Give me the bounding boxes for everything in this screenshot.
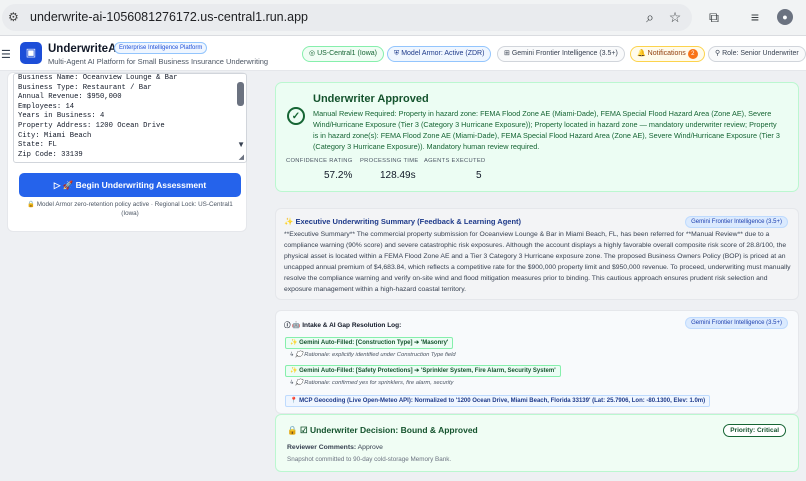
reading-list-icon[interactable]: ≡ [747, 9, 763, 25]
priority-badge: Priority: Critical [723, 424, 786, 437]
app-header: ☰ ▣ UnderwriteAI Enterprise Intelligence… [0, 36, 806, 71]
decision-title: 🔒 ☑ Underwriter Decision: Bound & Approv… [287, 425, 478, 435]
metric-label: CONFIDENCE RATING [286, 158, 353, 164]
approval-card: ✓ Underwriter Approved Manual Review Req… [275, 82, 799, 192]
role-pill[interactable]: ⚲ Role: Senior Underwriter [708, 46, 806, 62]
form-line: City: Miami Beach [18, 131, 92, 140]
snapshot-note: Snapshot committed to 90-day cold-storag… [287, 456, 452, 463]
intake-model-badge: Gemini Frontier Intelligence (3.5+) [685, 317, 788, 329]
app-logo-icon: ▣ [20, 42, 42, 64]
summary-title: ✨ Executive Underwriting Summary (Feedba… [284, 217, 522, 226]
extensions-icon[interactable]: ⧉ [706, 9, 722, 25]
rationale-text: ↳ 💭 Rationale: confirmed yes for sprinkl… [289, 380, 454, 386]
form-line: Property Address: 1200 Ocean Drive [18, 121, 165, 130]
app-name: UnderwriteAI [48, 43, 120, 55]
decision-card: 🔒 ☑ Underwriter Decision: Bound & Approv… [275, 414, 799, 472]
bookmark-star-icon[interactable]: ☆ [667, 9, 683, 25]
intake-log-card: ⓘ 🤖 Intake & AI Gap Resolution Log: Gemi… [275, 310, 799, 414]
submission-panel: Business Name: Oceanview Lounge & Bar Bu… [7, 72, 247, 232]
zoom-icon[interactable]: ⌕ [642, 9, 658, 25]
metric-value: 5 [476, 170, 482, 181]
submission-textarea[interactable]: Business Name: Oceanview Lounge & Bar Bu… [13, 73, 247, 163]
intake-title: ⓘ 🤖 Intake & AI Gap Resolution Log: [284, 322, 402, 329]
menu-icon[interactable]: ☰ [1, 48, 11, 61]
approval-title: Underwriter Approved [313, 93, 429, 105]
summary-model-badge: Gemini Frontier Intelligence (3.5+) [685, 216, 788, 228]
form-line: Business Name: Oceanview Lounge & Bar [18, 74, 178, 82]
resize-grip-icon[interactable]: ◢ [239, 153, 244, 161]
mcp-geocoding-entry: 📍 MCP Geocoding (Live Open-Meteo API): N… [285, 395, 711, 407]
rationale-text: ↳ 💭 Rationale: explicitly identified und… [289, 352, 456, 358]
autofill-entry: ✨ Gemini Auto-Filled: [Construction Type… [285, 337, 454, 349]
model-armor-pill: ⛨ Model Armor: Active (ZDR) [387, 46, 492, 62]
app-subtitle: Multi-Agent AI Platform for Small Busine… [48, 57, 269, 66]
profile-avatar[interactable]: ● [777, 9, 793, 25]
check-circle-icon: ✓ [287, 107, 305, 125]
form-line: Employees: 14 [18, 102, 75, 111]
metric-value: 128.49s [380, 170, 416, 181]
textarea-scrollbar[interactable] [237, 82, 244, 106]
metric-label: PROCESSING TIME [360, 158, 419, 164]
model-pill: ⊞ Gemini Frontier Intelligence (3.5+) [497, 46, 625, 62]
reviewer-comments: Reviewer Comments: Approve [287, 444, 383, 451]
form-line: Zip Code: 33139 [18, 150, 83, 159]
url-text[interactable]: underwrite-ai-1056081276172.us-central1.… [30, 10, 308, 24]
executive-summary-card: ✨ Executive Underwriting Summary (Feedba… [275, 208, 799, 300]
browser-toolbar: ⚙ underwrite-ai-1056081276172.us-central… [0, 0, 806, 36]
form-line: Annual Revenue: $950,000 [18, 93, 122, 102]
form-line: Years in Business: 4 [18, 112, 105, 121]
begin-assessment-button[interactable]: ▷ 🚀 Begin Underwriting Assessment [19, 173, 241, 197]
summary-text: **Executive Summary** The commercial pro… [284, 231, 791, 293]
notifications-button[interactable]: 🔔 Notifications 2 [630, 46, 705, 62]
metric-value: 57.2% [324, 170, 353, 181]
approval-text: Manual Review Required: Property in haza… [313, 109, 780, 151]
notification-count: 2 [687, 49, 698, 59]
site-settings-icon[interactable]: ⚙ [8, 10, 24, 26]
autofill-entry: ✨ Gemini Auto-Filled: [Safety Protection… [285, 365, 561, 377]
form-line: State: FL [18, 141, 57, 150]
region-pill: ◎ US-Central1 (Iowa) [302, 46, 384, 62]
platform-badge: Enterprise Intelligence Platform [114, 42, 208, 54]
policy-note: 🔒 Model Armor zero-retention policy acti… [27, 201, 233, 217]
metric-label: AGENTS EXECUTED [424, 158, 486, 164]
scroll-down-icon[interactable]: ▼ [237, 140, 245, 149]
form-line: Business Type: Restaurant / Bar [18, 83, 152, 92]
